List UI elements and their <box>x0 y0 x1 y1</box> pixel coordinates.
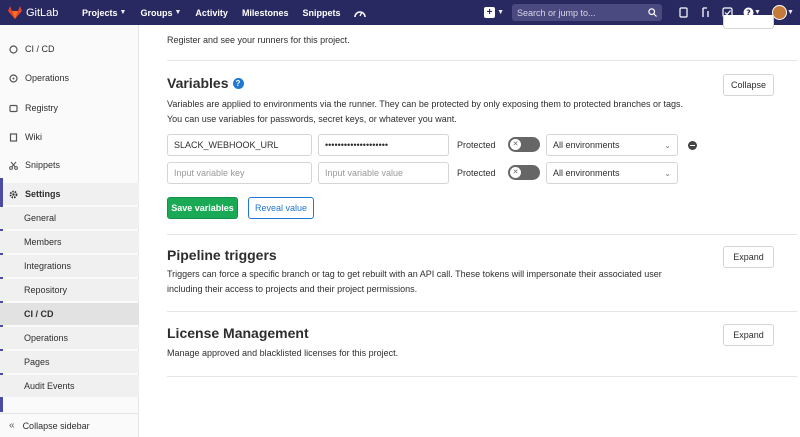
chevron-down-icon: ▼ <box>174 9 182 16</box>
sidebar-sub-repository[interactable]: Repository <box>0 279 139 301</box>
sidebar-sub-ci-cd[interactable]: CI / CD <box>0 303 139 325</box>
variables-description-line-2: You can use variables for passwords, sec… <box>167 114 457 124</box>
sidebar-sub-operations[interactable]: Operations <box>0 327 139 349</box>
divider <box>167 311 797 312</box>
protected-label: Protected <box>457 168 496 178</box>
chevron-down-icon: ⌄ <box>664 140 671 150</box>
collapse-sidebar-button[interactable]: « Collapse sidebar <box>0 413 139 437</box>
sidebar-item-wiki[interactable]: Wiki <box>0 126 139 148</box>
protected-toggle[interactable]: ✕ <box>508 165 540 180</box>
close-icon: ✕ <box>510 139 521 150</box>
variable-value-input[interactable]: Input variable value <box>318 162 449 184</box>
variable-value-input[interactable]: •••••••••••••••••••• <box>318 134 449 156</box>
plus-icon: + <box>484 7 496 18</box>
book-icon <box>9 132 18 142</box>
scissors-icon <box>9 161 18 170</box>
nav-activity[interactable]: Activity <box>188 0 235 25</box>
remove-variable-icon[interactable] <box>688 141 697 150</box>
new-item-button[interactable]: + ▼ <box>484 7 504 18</box>
sidebar-sub-general[interactable]: General <box>0 207 139 229</box>
variable-key-input[interactable]: SLACK_WEBHOOK_URL <box>167 134 312 156</box>
nav-projects[interactable]: Projects ▼ <box>75 0 133 25</box>
license-management-heading: License Management <box>167 325 309 341</box>
nav-milestones[interactable]: Milestones <box>235 0 296 25</box>
pipeline-triggers-expand-button[interactable]: Expand <box>723 246 774 268</box>
pipeline-triggers-description-line-1: Triggers can force a specific branch or … <box>167 269 662 279</box>
pipeline-triggers-description-line-2: including their access to projects and t… <box>167 284 418 294</box>
sidebar-item-ci-cd[interactable]: CI / CD <box>0 38 139 60</box>
gitlab-tanuki-icon <box>8 6 22 19</box>
gear-icon <box>9 190 18 199</box>
gitlab-logo[interactable]: GitLab <box>0 6 75 19</box>
sidebar-sub-integrations[interactable]: Integrations <box>0 255 139 277</box>
issues-icon[interactable] <box>672 7 694 18</box>
pipeline-triggers-heading: Pipeline triggers <box>167 247 277 263</box>
sidebar: CI / CD Operations Registry Wiki Snippet… <box>0 25 139 437</box>
variables-heading: Variables ? <box>167 75 244 91</box>
sidebar-sub-audit-events[interactable]: Audit Events <box>0 375 139 397</box>
brand-name: GitLab <box>26 6 59 19</box>
sidebar-item-settings[interactable]: Settings <box>0 183 139 205</box>
nav-groups[interactable]: Groups ▼ <box>133 0 188 25</box>
variables-collapse-button[interactable]: Collapse <box>723 74 774 96</box>
chevron-down-icon: ⌄ <box>664 168 671 178</box>
avatar <box>772 5 788 20</box>
reveal-value-button[interactable]: Reveal value <box>248 197 314 219</box>
main-content: Register and see your runners for this p… <box>140 15 800 437</box>
search-input[interactable]: Search or jump to... <box>512 4 662 21</box>
sidebar-item-operations[interactable]: Operations <box>0 67 139 89</box>
protected-label: Protected <box>457 140 496 150</box>
variables-description-line-1: Variables are applied to environments vi… <box>167 99 683 109</box>
license-management-expand-button[interactable]: Expand <box>723 324 774 346</box>
runners-toggle-button[interactable] <box>723 15 774 29</box>
chevron-down-icon: ▼ <box>787 9 794 16</box>
cloud-gear-icon <box>9 73 18 83</box>
divider <box>167 234 797 235</box>
save-variables-button[interactable]: Save variables <box>167 197 238 219</box>
environment-select[interactable]: All environments ⌄ <box>546 162 678 184</box>
runners-note: Register and see your runners for this p… <box>167 35 350 45</box>
help-icon[interactable]: ? <box>232 77 244 89</box>
double-chevron-left-icon: « <box>9 420 15 431</box>
variable-key-input[interactable]: Input variable key <box>167 162 312 184</box>
divider <box>167 60 797 61</box>
sidebar-sub-members[interactable]: Members <box>0 231 139 253</box>
license-management-description: Manage approved and blacklisted licenses… <box>167 348 399 358</box>
sidebar-item-snippets[interactable]: Snippets <box>0 154 139 176</box>
chevron-down-icon: ▼ <box>497 9 504 16</box>
close-icon: ✕ <box>510 167 521 178</box>
search-icon <box>648 8 657 17</box>
sidebar-sub-pages[interactable]: Pages <box>0 351 139 373</box>
protected-toggle[interactable]: ✕ <box>508 137 540 152</box>
nav-snippets[interactable]: Snippets <box>295 0 347 25</box>
chevron-down-icon: ▼ <box>119 9 127 16</box>
performance-icon[interactable] <box>347 0 373 25</box>
divider <box>167 376 797 377</box>
environment-select[interactable]: All environments ⌄ <box>546 134 678 156</box>
merge-requests-icon[interactable] <box>694 7 716 18</box>
sidebar-item-registry[interactable]: Registry <box>0 97 139 119</box>
top-navbar: GitLab Projects ▼ Groups ▼ Activity Milest… <box>0 0 800 25</box>
container-icon <box>9 104 18 113</box>
rocket-icon <box>9 44 18 54</box>
